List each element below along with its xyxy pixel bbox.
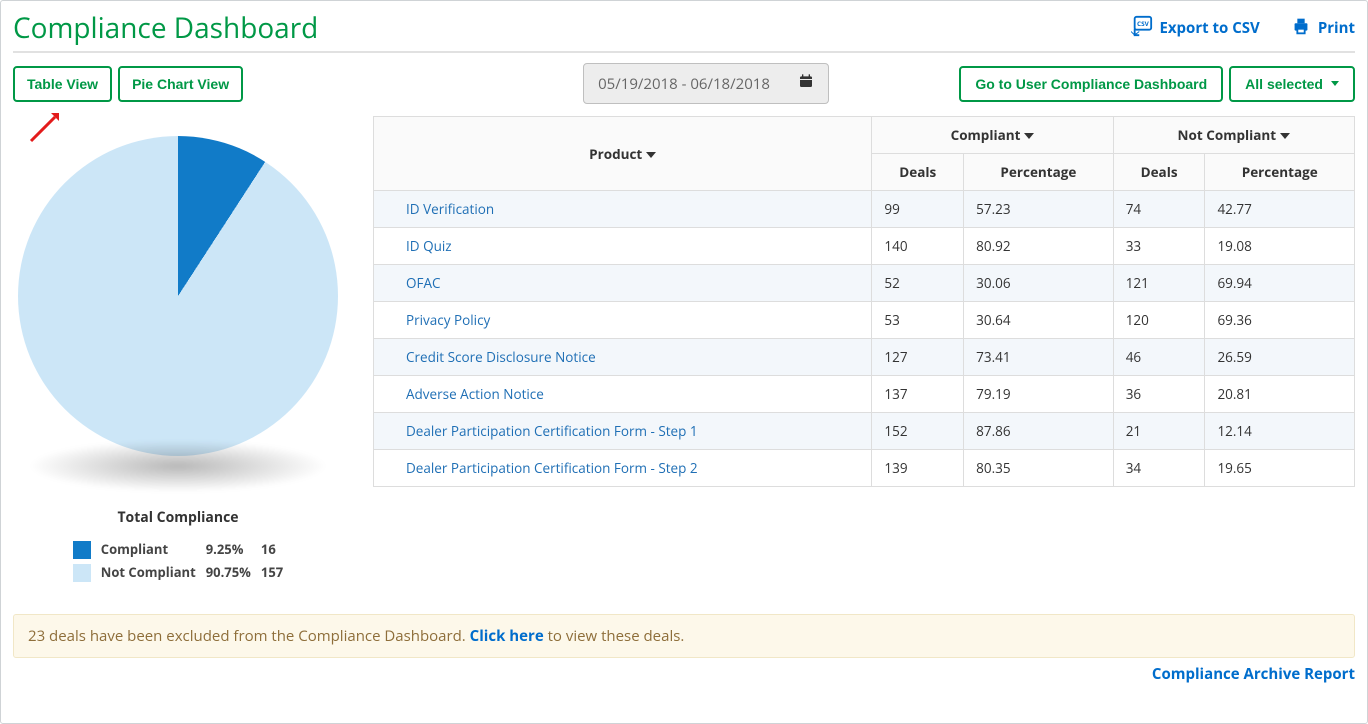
product-link[interactable]: OFAC xyxy=(406,274,441,292)
compliant-pct-cell: 57.23 xyxy=(964,191,1114,228)
nc-pct-cell: 69.36 xyxy=(1205,302,1355,339)
nc-deals-cell: 74 xyxy=(1113,191,1205,228)
info-bar-suffix: to view these deals. xyxy=(544,626,685,646)
legend-pct-not-compliant: 90.75% xyxy=(206,563,251,583)
nc-pct-cell: 20.81 xyxy=(1205,376,1355,413)
nc-pct-cell: 69.94 xyxy=(1205,265,1355,302)
legend-count-not-compliant: 157 xyxy=(261,563,283,583)
compliant-pct-cell: 80.35 xyxy=(964,450,1114,487)
date-range-picker[interactable]: 05/19/2018 - 06/18/2018 xyxy=(583,63,829,104)
product-link[interactable]: ID Quiz xyxy=(406,237,452,255)
col-subheader-compliant-pct: Percentage xyxy=(964,154,1114,191)
pie-title: Total Compliance xyxy=(117,508,238,527)
sort-caret-icon xyxy=(1280,133,1290,139)
print-button[interactable]: Print xyxy=(1290,15,1355,42)
nc-pct-cell: 12.14 xyxy=(1205,413,1355,450)
compliant-pct-cell: 73.41 xyxy=(964,339,1114,376)
compliant-deals-cell: 99 xyxy=(872,191,964,228)
compliance-archive-report-link[interactable]: Compliance Archive Report xyxy=(1152,664,1355,684)
product-link[interactable]: Dealer Participation Certification Form … xyxy=(406,459,698,477)
nc-pct-cell: 26.59 xyxy=(1205,339,1355,376)
nc-deals-cell: 36 xyxy=(1113,376,1205,413)
legend-count-compliant: 16 xyxy=(261,539,283,559)
svg-text:CSV: CSV xyxy=(1137,19,1150,28)
legend-pct-compliant: 9.25% xyxy=(206,539,251,559)
calendar-icon xyxy=(798,73,814,94)
compliant-deals-cell: 127 xyxy=(872,339,964,376)
all-selected-label: All selected xyxy=(1245,76,1323,92)
page-title: Compliance Dashboard xyxy=(13,9,318,47)
sort-caret-icon xyxy=(646,152,656,158)
legend-swatch-not-compliant xyxy=(73,564,91,582)
excluded-deals-info-bar: 23 deals have been excluded from the Com… xyxy=(13,614,1355,658)
col-header-not-compliant[interactable]: Not Compliant xyxy=(1113,117,1354,154)
col-subheader-nc-pct: Percentage xyxy=(1205,154,1355,191)
csv-export-icon: CSV xyxy=(1131,15,1153,42)
date-range-value: 05/19/2018 - 06/18/2018 xyxy=(598,74,770,94)
export-csv-button[interactable]: CSV Export to CSV xyxy=(1131,15,1259,42)
compliant-deals-cell: 137 xyxy=(872,376,964,413)
product-link[interactable]: Credit Score Disclosure Notice xyxy=(406,348,596,366)
go-user-compliance-button[interactable]: Go to User Compliance Dashboard xyxy=(959,66,1223,102)
printer-icon xyxy=(1290,15,1312,42)
compliance-table: Product Compliant Not Compliant Deals Pe… xyxy=(373,116,1355,487)
compliant-pct-cell: 87.86 xyxy=(964,413,1114,450)
nc-deals-cell: 121 xyxy=(1113,265,1205,302)
table-row: Adverse Action Notice 13779.193620.81 xyxy=(374,376,1355,413)
pie-shadow xyxy=(28,440,328,492)
compliant-deals-cell: 139 xyxy=(872,450,964,487)
table-row: ID Verification 9957.237442.77 xyxy=(374,191,1355,228)
nc-pct-cell: 19.65 xyxy=(1205,450,1355,487)
nc-deals-cell: 21 xyxy=(1113,413,1205,450)
total-compliance-pie-chart xyxy=(18,136,338,456)
compliant-deals-cell: 52 xyxy=(872,265,964,302)
compliant-pct-cell: 79.19 xyxy=(964,376,1114,413)
compliant-deals-cell: 140 xyxy=(872,228,964,265)
sort-caret-icon xyxy=(1024,133,1034,139)
compliant-deals-cell: 53 xyxy=(872,302,964,339)
export-csv-label: Export to CSV xyxy=(1159,18,1259,38)
legend-swatch-compliant xyxy=(73,541,91,559)
table-row: OFAC 5230.0612169.94 xyxy=(374,265,1355,302)
product-link[interactable]: Adverse Action Notice xyxy=(406,385,544,403)
info-bar-click-here-link[interactable]: Click here xyxy=(470,626,544,646)
nc-deals-cell: 46 xyxy=(1113,339,1205,376)
compliant-pct-cell: 30.06 xyxy=(964,265,1114,302)
table-row: Credit Score Disclosure Notice 12773.4146… xyxy=(374,339,1355,376)
compliant-pct-cell: 80.92 xyxy=(964,228,1114,265)
legend-label-not-compliant: Not Compliant xyxy=(101,563,196,583)
table-row: Dealer Participation Certification Form … xyxy=(374,450,1355,487)
legend-label-compliant: Compliant xyxy=(101,539,196,559)
col-header-product[interactable]: Product xyxy=(374,117,872,191)
table-row: Dealer Participation Certification Form … xyxy=(374,413,1355,450)
product-link[interactable]: ID Verification xyxy=(406,200,494,218)
legend-row-not-compliant: Not Compliant 90.75% 157 xyxy=(73,563,283,583)
nc-deals-cell: 33 xyxy=(1113,228,1205,265)
nc-pct-cell: 19.08 xyxy=(1205,228,1355,265)
tab-pie-chart-view[interactable]: Pie Chart View xyxy=(118,66,243,102)
col-subheader-nc-deals: Deals xyxy=(1113,154,1205,191)
pie-legend: Compliant 9.25% 16 Not Compliant 90.75% … xyxy=(63,535,293,586)
tab-table-view[interactable]: Table View xyxy=(13,66,112,102)
print-label: Print xyxy=(1318,18,1355,38)
product-link[interactable]: Dealer Participation Certification Form … xyxy=(406,422,698,440)
all-selected-dropdown[interactable]: All selected xyxy=(1229,66,1355,102)
col-header-compliant[interactable]: Compliant xyxy=(872,117,1113,154)
legend-row-compliant: Compliant 9.25% 16 xyxy=(73,539,283,559)
compliant-deals-cell: 152 xyxy=(872,413,964,450)
product-link[interactable]: Privacy Policy xyxy=(406,311,490,329)
chevron-down-icon xyxy=(1331,81,1339,86)
info-bar-prefix: 23 deals have been excluded from the Com… xyxy=(28,626,470,646)
nc-deals-cell: 34 xyxy=(1113,450,1205,487)
nc-deals-cell: 120 xyxy=(1113,302,1205,339)
compliant-pct-cell: 30.64 xyxy=(964,302,1114,339)
table-row: ID Quiz 14080.923319.08 xyxy=(374,228,1355,265)
col-subheader-compliant-deals: Deals xyxy=(872,154,964,191)
nc-pct-cell: 42.77 xyxy=(1205,191,1355,228)
table-row: Privacy Policy 5330.6412069.36 xyxy=(374,302,1355,339)
